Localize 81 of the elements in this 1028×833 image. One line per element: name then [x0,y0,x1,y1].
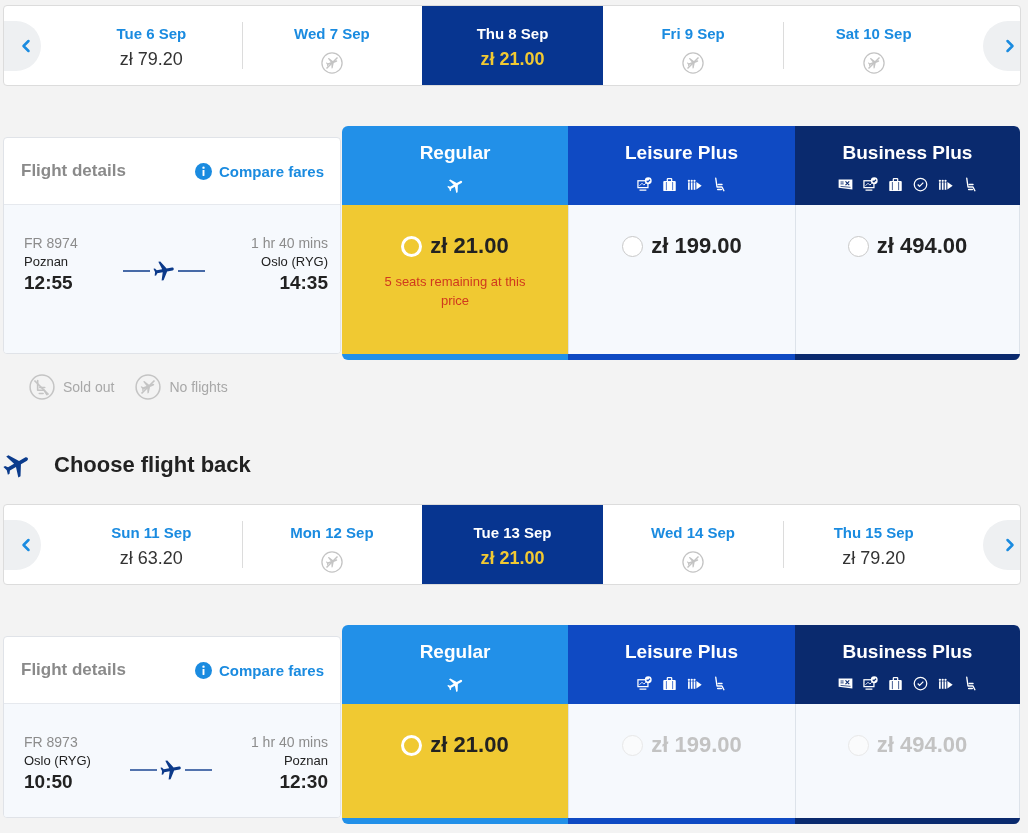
previous-dates-button[interactable] [4,20,41,71]
legend-label: No flights [169,379,228,395]
suitcase-icon [661,177,677,192]
info-icon [194,162,212,180]
date-tab[interactable]: Wed 14 Sep [602,505,784,584]
flight-duration: 1 hr 40 mins [250,234,328,252]
suitcase-icon [887,177,903,192]
radio-button[interactable] [622,235,644,257]
crossed-plane-icon [320,551,343,573]
destination-city: Oslo (RYG) [261,253,328,271]
people-arrow-icon [686,177,702,192]
fare-price: zł 21.00 [430,233,509,259]
fare-option[interactable]: zł 494.00 [795,205,1020,354]
departure-time: 12:55 [24,271,73,295]
date-tab[interactable]: Thu 8 Sep zł 21.00 [422,6,603,85]
plane-icon [446,676,464,693]
plane-route-icon [123,260,206,282]
compare-fares-link[interactable]: Compare fares [194,661,324,679]
check-circle-icon [912,177,928,192]
fare-price: zł 494.00 [876,233,968,259]
flight-duration: 1 hr 40 mins [250,733,328,751]
legend-label: Sold out [63,379,115,395]
monitor-check-icon [862,177,878,192]
radio-button[interactable] [847,235,869,257]
fare-price: zł 21.00 [430,732,509,758]
crossed-plane-icon [135,374,162,400]
destination-city: Poznan [283,752,328,770]
date-tab[interactable]: Thu 15 Sep zł 79.20 [783,505,964,584]
flight-details-title: Flight details [21,660,126,680]
arrival-time: 14:35 [279,271,328,295]
people-arrow-icon [937,177,953,192]
compare-fares-link[interactable]: Compare fares [194,162,324,180]
flight-number: FR 8974 [24,234,78,252]
info-icon [194,661,212,679]
fare-name: Business Plus [842,641,973,663]
ticket-icon [837,676,853,691]
crossed-plane-icon [862,52,885,74]
crossed-plane-icon [682,52,705,74]
crossed-seat-icon [29,374,55,400]
fare-name: Leisure Plus [625,142,738,164]
crossed-plane-icon [320,52,343,74]
monitor-check-icon [862,676,878,691]
fare-name: Regular [419,641,491,663]
previous-dates-button[interactable] [4,519,41,570]
next-dates-button[interactable] [982,20,1020,71]
plane-icon [446,177,464,194]
date-tab[interactable]: Fri 9 Sep [602,6,784,85]
fare-name: Regular [419,142,491,164]
check-circle-icon [912,676,928,691]
origin-city: Oslo (RYG) [24,752,91,770]
people-arrow-icon [686,676,702,691]
suitcase-icon [887,676,903,691]
plane-route-icon [129,759,212,781]
flight-number: FR 8973 [24,733,78,751]
monitor-check-icon [636,177,652,192]
fare-price: zł 199.00 [651,233,742,259]
fare-option[interactable]: zł 21.00 [342,704,568,818]
date-tab[interactable]: Mon 12 Sep [241,505,423,584]
flight-details-title: Flight details [21,161,126,181]
fare-name: Leisure Plus [625,641,738,663]
people-arrow-icon [937,676,953,691]
suitcase-icon [661,676,677,691]
departure-time: 10:50 [24,770,73,794]
monitor-check-icon [636,676,652,691]
fare-name: Business Plus [842,142,973,164]
section-heading: Choose flight back [54,452,251,478]
arrival-time: 12:30 [279,770,328,794]
date-tab[interactable]: Sun 11 Sep zł 63.20 [61,505,242,584]
date-tab[interactable]: Sat 10 Sep [783,6,964,85]
fare-option[interactable]: zł 199.00 [568,205,795,354]
crossed-plane-icon [682,551,705,573]
fare-price: zł 494.00 [876,732,968,758]
fare-price: zł 199.00 [651,732,742,758]
next-dates-button[interactable] [982,519,1020,570]
seats-remaining-note: 5 seats remaining at this price [383,273,527,310]
date-tab[interactable]: Tue 13 Sep zł 21.00 [422,505,603,584]
origin-city: Poznan [24,253,69,271]
date-tab[interactable]: Wed 7 Sep [241,6,423,85]
fare-option[interactable]: zł 21.00 5 seats remaining at this price [342,205,568,354]
ticket-icon [837,177,853,192]
date-tab[interactable]: Tue 6 Sep zł 79.20 [61,6,242,85]
